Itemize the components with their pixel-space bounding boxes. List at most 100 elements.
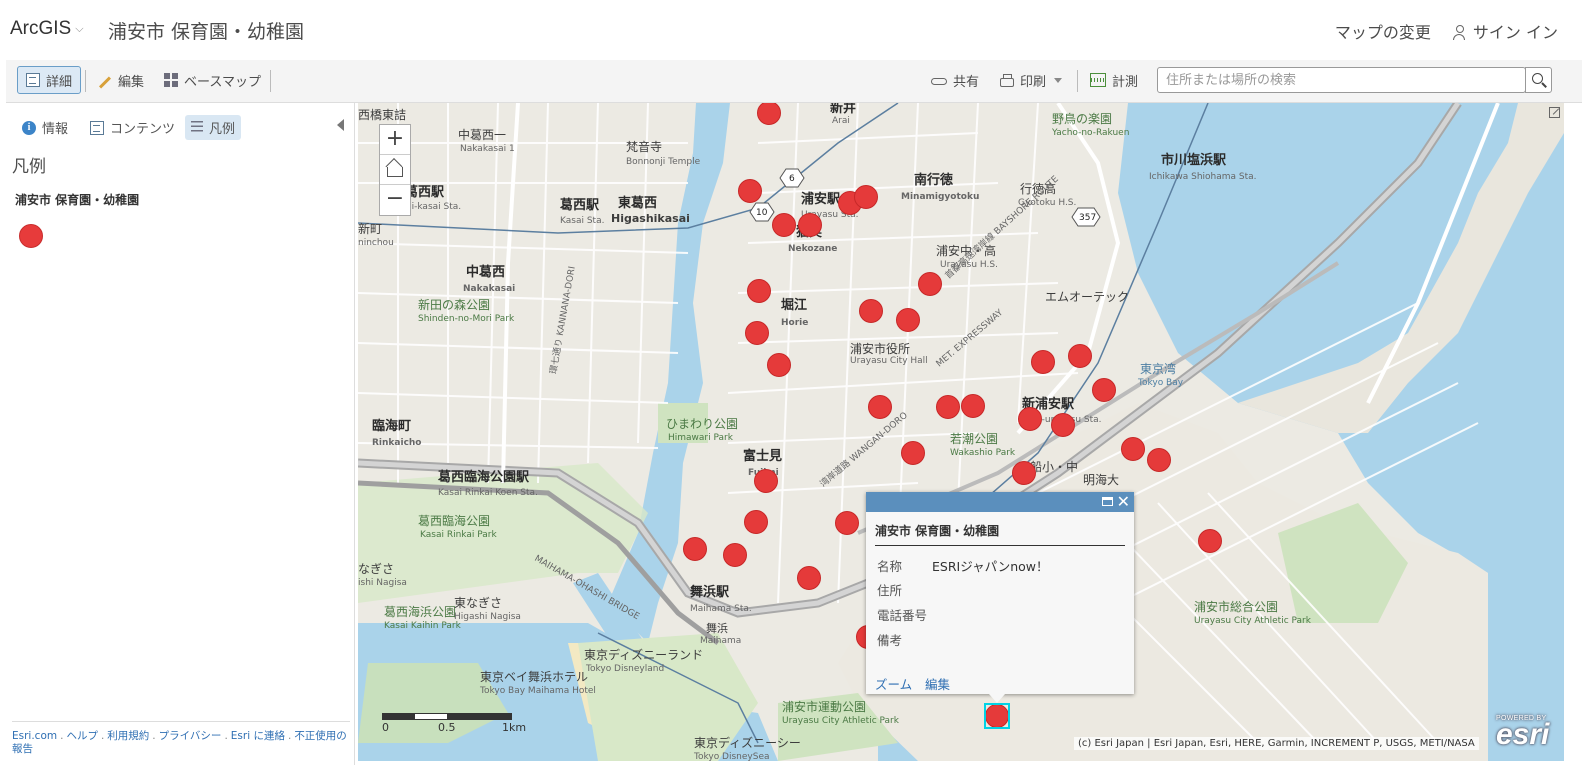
facility-marker[interactable] (896, 308, 920, 332)
search-button[interactable] (1525, 67, 1552, 93)
facility-marker[interactable] (868, 395, 892, 419)
chevron-down-icon: ⌵ (75, 23, 84, 35)
popup-header: ✕ (866, 492, 1134, 512)
maximize-icon[interactable] (1102, 497, 1113, 506)
facility-marker[interactable] (936, 395, 960, 419)
panel-tabs: i 情報 コンテンツ 凡例 (6, 103, 354, 147)
facility-marker[interactable] (744, 510, 768, 534)
facility-marker[interactable] (1012, 461, 1036, 485)
tab-info[interactable]: i 情報 (16, 115, 74, 140)
map-label: Higashikasai (611, 212, 690, 225)
print-button[interactable]: 印刷 (992, 66, 1070, 94)
map-label: Bonnonji Temple (626, 157, 701, 167)
facility-marker[interactable] (1092, 378, 1116, 402)
facility-marker[interactable] (901, 441, 925, 465)
arcgis-logo-menu[interactable]: ArcGIS ⌵ (10, 18, 84, 40)
facility-marker[interactable] (798, 213, 822, 237)
tab-legend[interactable]: 凡例 (185, 115, 242, 140)
collapse-panel-icon[interactable] (337, 119, 344, 131)
map-label: 堀江 (781, 298, 808, 313)
map-label: 舞浜 (706, 622, 728, 635)
map-label: Urayasu City Athletic Park (1194, 616, 1311, 626)
facility-marker[interactable] (1051, 413, 1075, 437)
terms-link[interactable]: 利用規約 (107, 730, 149, 742)
edit-button[interactable]: 編集 (90, 66, 152, 94)
scale-tick-mid: 0.5 (438, 721, 456, 734)
facility-marker[interactable] (723, 543, 747, 567)
map-label: 西橋東詰 (358, 108, 407, 122)
map-label: Tokyo DisneySea (694, 752, 770, 761)
details-button[interactable]: 詳細 (17, 66, 82, 94)
info-icon: i (22, 120, 36, 135)
close-icon[interactable]: ✕ (1117, 492, 1130, 512)
map-label: Yacho-no-Rakuen (1052, 128, 1130, 138)
map-label: 明海大 (1083, 473, 1120, 487)
zoom-to-link[interactable]: ズーム (875, 674, 912, 693)
map-label: Himawari Park (668, 433, 733, 443)
help-link[interactable]: ヘルプ (66, 730, 98, 742)
change-map-link[interactable]: マップの変更 (1335, 19, 1431, 43)
facility-marker[interactable] (1198, 529, 1222, 553)
facility-marker[interactable] (854, 185, 878, 209)
map-label: 中葛西 (466, 265, 506, 280)
facility-marker[interactable] (835, 511, 859, 535)
map-label: Wakashio Park (950, 448, 1016, 458)
share-button[interactable]: 共有 (923, 66, 987, 94)
map-label: Nekozane (788, 244, 838, 254)
route-shield-357: 357 (1079, 213, 1097, 223)
facility-marker[interactable] (745, 321, 769, 345)
facility-marker[interactable] (1121, 437, 1145, 461)
tab-legend-label: 凡例 (209, 122, 236, 137)
facility-marker[interactable] (859, 299, 883, 323)
facility-marker[interactable] (683, 537, 707, 561)
map-label: Urayasu City Athletic Park (782, 716, 899, 726)
toolbar-divider (270, 70, 271, 92)
esri-link[interactable]: Esri.com (12, 730, 57, 742)
scale-bar: 0 0.5 1km (382, 713, 532, 734)
measure-button[interactable]: 計測 (1082, 66, 1146, 94)
home-button[interactable] (380, 155, 410, 185)
popup-edit-link[interactable]: 編集 (925, 674, 950, 693)
map-label: Horie (781, 318, 809, 328)
facility-marker[interactable] (747, 279, 771, 303)
printer-icon (1000, 73, 1014, 87)
map-label: 若潮公園 (950, 432, 999, 446)
facility-marker[interactable] (1068, 344, 1092, 368)
sign-in-link[interactable]: サイン イン (1452, 19, 1558, 43)
facility-marker[interactable] (767, 353, 791, 377)
legend-point-symbol (19, 224, 43, 248)
map-label: 南行徳 (914, 173, 954, 188)
scale-bar-graphic (382, 713, 512, 720)
contact-link[interactable]: Esri に連絡 (231, 730, 285, 742)
map-label: 東葛西 (618, 196, 658, 211)
privacy-link[interactable]: プライバシー (159, 730, 222, 742)
map-label: 葛西駅 (560, 198, 600, 213)
facility-marker[interactable] (918, 272, 942, 296)
search-input[interactable] (1157, 67, 1526, 93)
facility-marker[interactable] (1147, 448, 1171, 472)
zoom-out-button[interactable]: − (380, 185, 410, 215)
side-panel: i 情報 コンテンツ 凡例 凡例 浦安市 保育園・幼稚園 Esri.com. ヘルプ… (6, 103, 355, 765)
map-label: 市川塩浜駅 (1161, 153, 1227, 168)
share-label: 共有 (953, 74, 980, 90)
facility-marker[interactable] (1018, 407, 1042, 431)
facility-marker[interactable] (772, 213, 796, 237)
map-label: 中葛西一 (458, 128, 507, 142)
zoom-in-button[interactable]: + (380, 125, 410, 155)
facility-marker[interactable] (738, 179, 762, 203)
facility-marker[interactable] (961, 394, 985, 418)
sign-in-label: サイン イン (1472, 23, 1558, 42)
map-label: 新町 (358, 222, 383, 236)
legend-heading: 凡例 (12, 157, 46, 177)
route-shield-10: 10 (756, 208, 768, 218)
basemap-button[interactable]: ベースマップ (156, 66, 269, 94)
facility-marker[interactable] (754, 469, 778, 493)
facility-marker[interactable] (1031, 350, 1055, 374)
map-label: 葛西臨海公園駅 (438, 470, 530, 485)
tab-contents[interactable]: コンテンツ (84, 115, 181, 140)
map-label: 浦安市総合公園 (1194, 600, 1279, 614)
map-view[interactable]: 6 10 357 西橋東詰 新井 Arai 中葛西一 Nakakasai 1 梵… (358, 103, 1564, 761)
facility-marker[interactable] (797, 566, 821, 590)
expand-icon[interactable] (1549, 107, 1560, 118)
map-label: Maihama (700, 636, 742, 646)
